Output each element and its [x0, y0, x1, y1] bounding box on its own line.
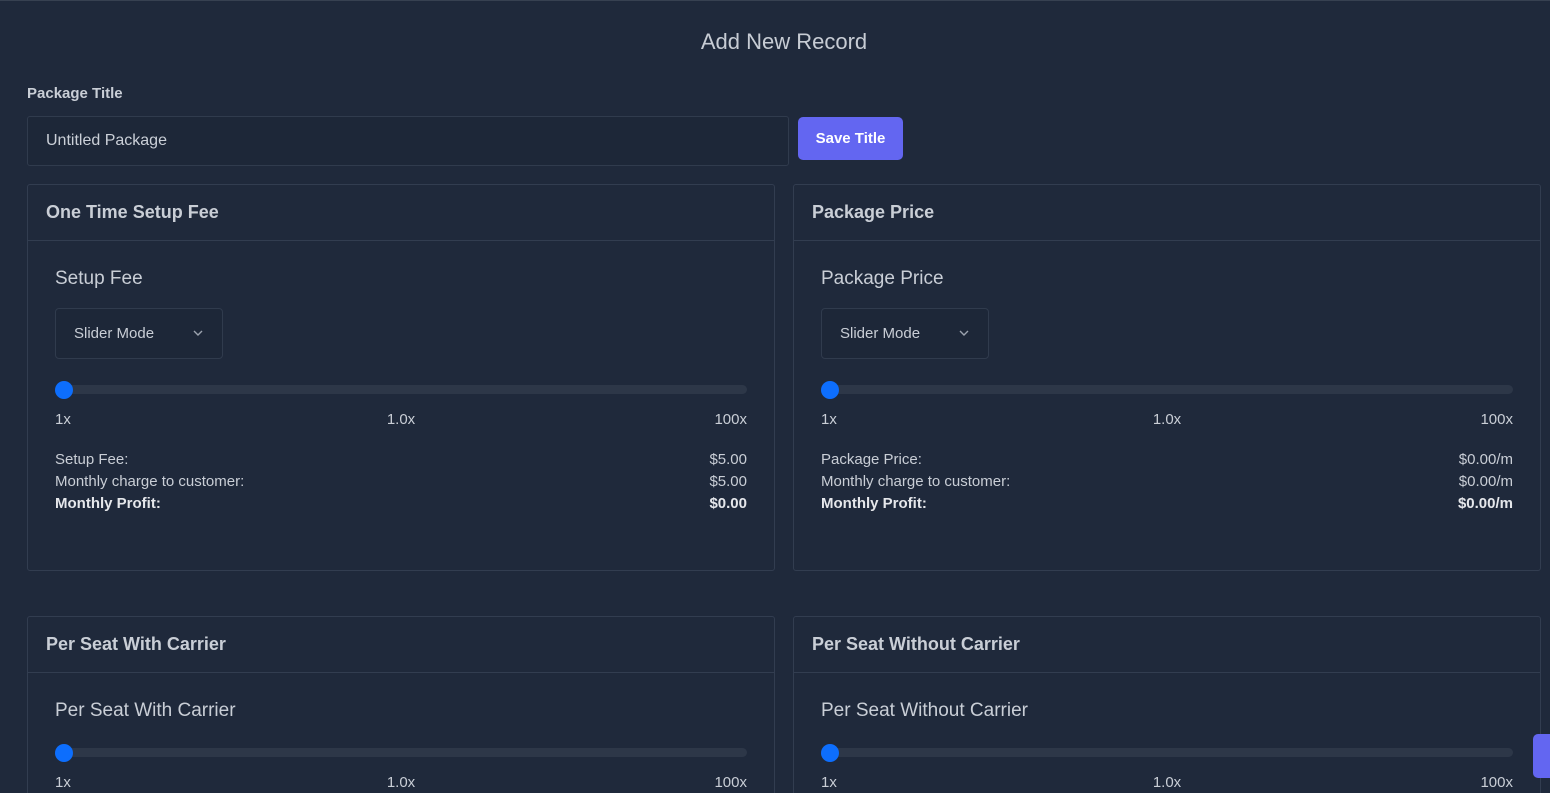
summary-value: $0.00: [709, 495, 747, 512]
save-title-button[interactable]: Save Title: [798, 117, 903, 160]
summary-row: Monthly charge to customer: $5.00: [55, 471, 747, 493]
side-panel-toggle-button[interactable]: [1533, 734, 1550, 778]
summary-row: Setup Fee: $5.00: [55, 449, 747, 471]
slider-min-label: 1x: [55, 774, 71, 791]
package-price-mode-value: Slider Mode: [840, 325, 921, 342]
per-seat-with-carrier-section-title: Per Seat With Carrier: [55, 700, 236, 721]
summary-label: Monthly Profit:: [821, 495, 927, 512]
per-seat-without-carrier-section-title: Per Seat Without Carrier: [821, 700, 1028, 721]
slider-min-label: 1x: [821, 411, 837, 428]
package-price-slider-thumb[interactable]: [821, 381, 839, 399]
setup-fee-slider-ticks: 1x 1.0x 100x: [55, 411, 747, 429]
summary-row-profit: Monthly Profit: $0.00: [55, 493, 747, 515]
per-seat-with-carrier-slider[interactable]: [55, 744, 747, 762]
slider-max-label: 100x: [1480, 774, 1513, 791]
per-seat-with-carrier-card-header: Per Seat With Carrier: [28, 617, 774, 673]
chevron-down-icon: [959, 330, 969, 336]
setup-fee-slider[interactable]: [55, 381, 747, 399]
package-title-input[interactable]: [27, 116, 789, 166]
package-title-label: Package Title: [27, 85, 123, 102]
slider-current-label: 1.0x: [386, 774, 416, 791]
per-seat-without-carrier-card-header: Per Seat Without Carrier: [794, 617, 1540, 673]
summary-label: Monthly charge to customer:: [55, 473, 245, 490]
slider-current-label: 1.0x: [386, 411, 416, 428]
slider-min-label: 1x: [821, 774, 837, 791]
package-price-summary: Package Price: $0.00/m Monthly charge to…: [821, 449, 1513, 515]
setup-fee-mode-value: Slider Mode: [74, 325, 155, 342]
summary-value: $5.00: [709, 473, 747, 490]
summary-value: $5.00: [709, 451, 747, 468]
package-price-card: Package Price Package Price Slider Mode …: [793, 184, 1541, 571]
summary-value: $0.00/m: [1457, 495, 1513, 512]
package-price-slider-ticks: 1x 1.0x 100x: [821, 411, 1513, 429]
slider-max-label: 100x: [714, 774, 747, 791]
package-price-slider[interactable]: [821, 381, 1513, 399]
summary-row-profit: Monthly Profit: $0.00/m: [821, 493, 1513, 515]
slider-current-label: 1.0x: [1152, 774, 1182, 791]
chevron-down-icon: [193, 330, 203, 336]
setup-fee-mode-select[interactable]: Slider Mode: [55, 308, 223, 359]
summary-label: Monthly Profit:: [55, 495, 161, 512]
setup-fee-card: One Time Setup Fee Setup Fee Slider Mode…: [27, 184, 775, 571]
per-seat-without-carrier-slider[interactable]: [821, 744, 1513, 762]
summary-value: $0.00/m: [1458, 451, 1513, 468]
per-seat-without-carrier-slider-ticks: 1x 1.0x 100x: [821, 774, 1513, 792]
package-price-section-title: Package Price: [821, 268, 944, 289]
setup-fee-slider-thumb[interactable]: [55, 381, 73, 399]
per-seat-without-carrier-card: Per Seat Without Carrier Per Seat Withou…: [793, 616, 1541, 793]
summary-label: Setup Fee:: [55, 451, 129, 468]
setup-fee-summary: Setup Fee: $5.00 Monthly charge to custo…: [55, 449, 747, 515]
slider-max-label: 100x: [714, 411, 747, 428]
summary-row: Package Price: $0.00/m: [821, 449, 1513, 471]
per-seat-with-carrier-card: Per Seat With Carrier Per Seat With Carr…: [27, 616, 775, 793]
slider-current-label: 1.0x: [1152, 411, 1182, 428]
setup-fee-card-header: One Time Setup Fee: [28, 185, 774, 241]
summary-value: $0.00/m: [1458, 473, 1513, 490]
summary-label: Package Price:: [821, 451, 922, 468]
per-seat-without-carrier-slider-thumb[interactable]: [821, 744, 839, 762]
per-seat-with-carrier-slider-ticks: 1x 1.0x 100x: [55, 774, 747, 792]
setup-fee-section-title: Setup Fee: [55, 268, 143, 289]
summary-row: Monthly charge to customer: $0.00/m: [821, 471, 1513, 493]
summary-label: Monthly charge to customer:: [821, 473, 1011, 490]
page-title: Add New Record: [700, 29, 868, 54]
per-seat-with-carrier-slider-thumb[interactable]: [55, 744, 73, 762]
slider-max-label: 100x: [1480, 411, 1513, 428]
add-record-page: Add New Record Package Title Save Title …: [0, 0, 1550, 793]
slider-min-label: 1x: [55, 411, 71, 428]
package-price-card-header: Package Price: [794, 185, 1540, 241]
package-price-mode-select[interactable]: Slider Mode: [821, 308, 989, 359]
